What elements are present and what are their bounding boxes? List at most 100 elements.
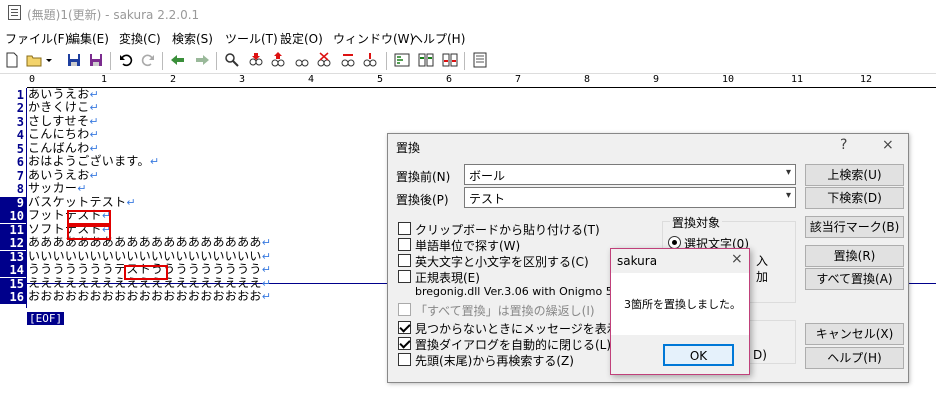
line-number-selected: 12: [0, 237, 26, 250]
auto-close-checkbox[interactable]: [398, 337, 411, 350]
message-area: 3箇所を置換しました。: [611, 273, 749, 335]
search-down-button[interactable]: 下検索(D): [805, 187, 904, 209]
help-icon[interactable]: ?: [840, 137, 847, 153]
text-line: サッカー↵: [28, 181, 87, 195]
paste-clipboard-label: クリップボードから貼り付ける(T): [415, 223, 600, 237]
replace-repeat-label: 「すべて置換」は置換の繰返し(I): [415, 304, 595, 318]
open-dropdown-icon[interactable]: [44, 52, 54, 68]
menu-edit[interactable]: 編集(E): [68, 30, 109, 47]
jump-forward-icon[interactable]: [194, 52, 210, 68]
menu-window[interactable]: ウィンドウ(W): [333, 30, 414, 47]
compare-icon[interactable]: [418, 52, 434, 68]
search-next-icon[interactable]: [294, 52, 310, 68]
ruler-label: 9: [653, 74, 660, 85]
ok-button[interactable]: OK: [663, 344, 734, 366]
text-line: こんにちわ↵: [28, 127, 100, 141]
replace-after-label: 置換後(P): [396, 193, 449, 207]
diff-icon[interactable]: [442, 52, 458, 68]
menu-tools[interactable]: ツール(T): [225, 30, 278, 47]
message-box: sakura × 3箇所を置換しました。 OK: [610, 248, 750, 375]
replace-repeat-checkbox: [398, 303, 411, 316]
line-text: おおおおおおおおおおおおおおおおおおお: [28, 289, 262, 303]
return-mark: ↵: [261, 263, 272, 276]
replace-button[interactable]: 置換(R): [805, 245, 904, 267]
toolbar-separator: [162, 52, 163, 70]
menu-help[interactable]: ヘルプ(H): [411, 30, 465, 47]
replace-target-label: 置換対象: [670, 214, 723, 231]
undo-icon[interactable]: [118, 52, 134, 68]
menu-settings[interactable]: 設定(O): [280, 30, 323, 47]
help-button[interactable]: ヘルプ(H): [805, 347, 904, 369]
return-mark: ↵: [261, 236, 272, 249]
redo-icon[interactable]: [140, 52, 156, 68]
line-number-gutter: 1 2 3 4 5 6 7 8 9 10 11 12 13 14 15 16: [0, 88, 26, 328]
menu-search[interactable]: 検索(S): [172, 30, 213, 47]
ruler-label: 5: [377, 74, 384, 85]
menu-convert[interactable]: 変換(C): [119, 30, 161, 47]
clear-mark-icon[interactable]: [316, 52, 332, 68]
ruler-label: 1: [101, 74, 108, 85]
return-mark: ↵: [261, 277, 272, 290]
replace-before-combo[interactable]: ボール ▾: [464, 164, 796, 185]
save-as-icon[interactable]: [88, 52, 104, 68]
cancel-button[interactable]: キャンセル(X): [805, 323, 904, 345]
menu-file[interactable]: ファイル(F): [5, 30, 69, 47]
line-number: 2: [16, 101, 24, 115]
target-option-partial: 加: [756, 270, 769, 284]
return-mark: ↵: [89, 101, 100, 114]
line-text: こんにちわ: [28, 127, 90, 141]
search-down-icon[interactable]: [248, 52, 264, 68]
word-unit-checkbox[interactable]: [398, 238, 411, 251]
return-mark: ↵: [89, 115, 99, 128]
return-mark: ↵: [89, 88, 100, 101]
toolbar-separator: [110, 52, 111, 70]
toolbar-separator: [216, 52, 217, 70]
return-mark: ↵: [149, 155, 160, 168]
chevron-down-icon[interactable]: ▾: [786, 190, 791, 201]
case-sensitive-checkbox[interactable]: [398, 254, 411, 267]
paste-clipboard-checkbox[interactable]: [398, 222, 411, 235]
close-icon[interactable]: ×: [731, 251, 743, 267]
chevron-down-icon[interactable]: ▾: [786, 167, 791, 178]
text-line: かきくけこ↵: [28, 100, 100, 114]
text-line: おはようございます。↵: [28, 154, 160, 168]
search-up-icon[interactable]: [270, 52, 286, 68]
search-up-button[interactable]: 上検索(U): [805, 164, 904, 186]
outline-icon[interactable]: [394, 52, 410, 68]
option-partial-label: D): [753, 348, 767, 362]
line-text: おはようございます。: [28, 154, 150, 168]
ruler-label: 3: [239, 74, 246, 85]
ruler-label: 11: [791, 74, 804, 85]
open-folder-icon[interactable]: [26, 52, 42, 68]
text-line: あああああああああああああああああああ↵: [28, 235, 272, 249]
ruler-label: 7: [515, 74, 522, 85]
research-top-checkbox[interactable]: [398, 353, 411, 366]
replace-icon[interactable]: [340, 52, 356, 68]
line-text: あいうえお: [28, 168, 90, 182]
grep-icon[interactable]: [362, 52, 378, 68]
eof-marker: [EOF]: [27, 312, 65, 325]
dialog-title: 置換: [396, 141, 421, 155]
title-bar: (無題)1(更新) - sakura 2.2.0.1: [0, 0, 936, 26]
menu-bar: ファイル(F) 編集(E) 変換(C) 検索(S) ツール(T) 設定(O) ウ…: [0, 27, 936, 47]
toolbar-separator: [386, 52, 387, 70]
save-icon[interactable]: [66, 52, 82, 68]
regex-library-info: bregonig.dll Ver.3.06 with Onigmo 5.15.: [415, 285, 634, 298]
close-icon[interactable]: ×: [882, 137, 894, 153]
return-mark: ↵: [89, 128, 100, 141]
jump-back-icon[interactable]: [170, 52, 186, 68]
show-message-checkbox[interactable]: [398, 321, 411, 334]
new-file-icon[interactable]: [4, 52, 20, 68]
settings-icon[interactable]: [472, 52, 488, 68]
toolbar: [0, 48, 936, 74]
replace-after-combo[interactable]: テスト ▾: [464, 187, 796, 208]
line-number: 4: [16, 128, 24, 142]
replace-all-button[interactable]: すべて置換(A): [805, 268, 904, 290]
mark-lines-button[interactable]: 該当行マーク(B): [805, 216, 904, 238]
line-text: バスケットテスト: [28, 195, 127, 209]
line-text: あああああああああああああああああああ: [28, 235, 262, 249]
regex-checkbox[interactable]: [398, 270, 411, 283]
search-icon[interactable]: [224, 52, 240, 68]
line-number-selected: 16: [0, 291, 26, 304]
message-box-title: sakura: [617, 254, 658, 268]
